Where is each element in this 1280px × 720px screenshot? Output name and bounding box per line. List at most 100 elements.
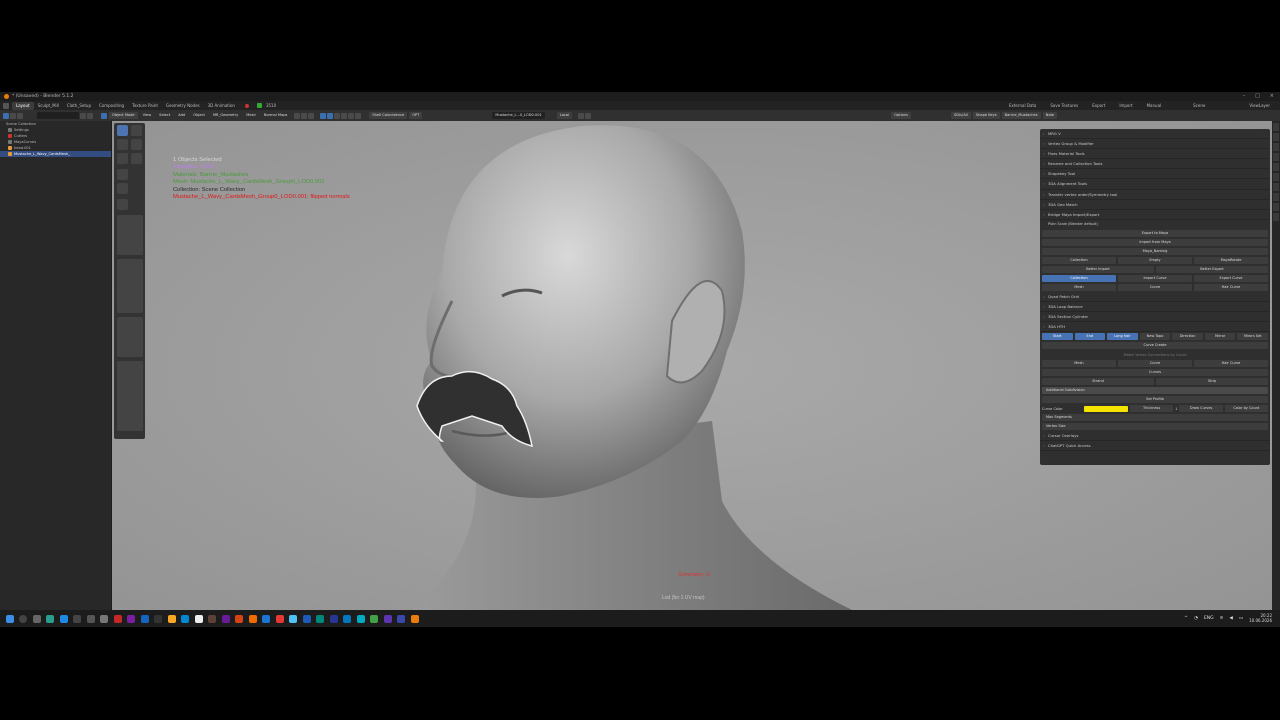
app-icon[interactable] [329,614,338,623]
app-icon[interactable] [248,614,257,623]
app-icon[interactable] [113,614,122,623]
rotate-tool-icon[interactable] [131,139,142,150]
gizmo-icon[interactable] [320,112,327,119]
options-menu[interactable]: Options [891,112,911,119]
sidebar-tab[interactable] [1273,213,1279,221]
tab-compositing[interactable]: Compositing [95,102,128,110]
sidebar-tab[interactable] [1273,173,1279,181]
tab-3d-animation[interactable]: 3D Animation [204,102,239,110]
thickness-value[interactable]: 1 [1175,407,1177,411]
import-from-maya-button[interactable]: Import from Maya [1042,238,1268,246]
scene-selector[interactable]: Scene [1189,102,1209,110]
panel-header[interactable]: Quad Patch Grid [1040,292,1270,302]
shape-keys-button[interactable]: Shape Keys [972,112,1000,119]
app-icon[interactable] [100,614,108,623]
record-icon[interactable] [244,103,249,108]
draw-curves-button[interactable]: Draw Curves [1179,405,1223,413]
object-menu[interactable]: Object [190,112,208,119]
tab-geometry-nodes[interactable]: Geometry Nodes [162,102,204,110]
task-view-icon[interactable] [32,614,41,623]
collection-toggle[interactable]: Collection [1042,274,1116,282]
import-button[interactable]: Import [1115,102,1136,110]
export-button[interactable]: Export [1088,102,1109,110]
add-object-tool-icon[interactable] [117,199,128,210]
app-icon[interactable] [383,614,392,623]
filter-icon[interactable] [17,112,23,119]
sdiv-all-button[interactable]: SDiv/All [951,112,971,119]
panel-header[interactable]: Vertex Group & Modifier [1040,139,1270,150]
blender-taskbar-icon[interactable] [410,614,419,623]
vertex-size-slider[interactable]: Vertex Size [1042,423,1268,431]
transform-orientation-selector[interactable]: Local [556,112,573,119]
mesh-button[interactable]: Mesh [1042,360,1116,368]
network-icon[interactable]: ◔ [1194,616,1198,621]
solid-shading-icon[interactable] [341,112,348,119]
viewport-editor-icon[interactable] [101,112,107,119]
hair-curve-button[interactable]: Hair Curve [1194,283,1268,291]
app-icon[interactable] [140,614,149,623]
outliner-filter-icon[interactable] [80,112,86,119]
transform-tool-icon[interactable] [131,153,142,164]
curve-color-swatch[interactable] [1084,405,1128,412]
snap-icon[interactable] [301,112,308,119]
app-icon[interactable] [356,614,365,623]
app-icon[interactable] [127,614,135,623]
panel-header[interactable]: Rename and Collection Tools [1040,159,1270,170]
additional-subdivision-slider[interactable]: Additional Subdivision [1042,387,1268,395]
new-collection-icon[interactable] [87,112,93,119]
app-icon[interactable] [275,614,284,623]
sidebar-tab[interactable] [1273,193,1279,201]
panel-header[interactable]: 3DA Alignment Tools [1040,179,1270,190]
sidebar-tab[interactable] [1273,163,1279,171]
app-icon[interactable] [316,614,324,623]
minimize-icon[interactable]: – [1243,93,1246,99]
file-explorer-icon[interactable] [167,614,176,623]
app-icon[interactable] [289,614,297,623]
end-checkbox[interactable]: End [1074,333,1106,341]
maya-rotate-button[interactable]: MayaRotate [1194,256,1268,264]
editor-type-icon[interactable] [3,102,9,109]
viewlayer-selector[interactable]: ViewLayer [1245,102,1274,110]
start-checkbox[interactable]: Start [1042,333,1073,341]
maya-naming-button[interactable]: Maya_Naming [1042,247,1268,255]
external-data-menu[interactable]: External Data [1005,102,1040,110]
3d-viewport[interactable]: 1 Objects Selected Triangles: 3,510 Mate… [112,121,1280,610]
color-by-count-button[interactable]: Color by Count [1224,405,1268,413]
xray-icon[interactable] [334,112,341,119]
addon-tool-panel[interactable] [117,259,143,313]
camera-icon[interactable] [585,112,592,119]
volume-icon[interactable]: ◀ [1229,616,1232,621]
app-icon[interactable] [59,614,68,623]
clock[interactable]: 20:22 10.06.2026 [1249,613,1272,623]
annotate-tool-icon[interactable] [117,169,128,180]
add-menu[interactable]: Add [175,112,188,119]
overlay-icon[interactable] [327,112,334,119]
note-button[interactable]: Note [1042,112,1058,119]
better-import-button[interactable]: Better Import [1042,265,1154,273]
tab-sculpt[interactable]: Sculpt_Mill [34,102,63,110]
mesh-button[interactable]: Mesh [1042,283,1116,291]
proportional-icon[interactable] [308,112,315,119]
material-shading-icon[interactable] [348,112,355,119]
panel-header[interactable]: Shapekey Tool [1040,169,1270,180]
app-icon[interactable] [397,614,405,623]
mirror-button[interactable]: Mirror [1204,333,1236,341]
mode-selector[interactable]: Object Mode [109,112,138,119]
panel-header[interactable]: 3DA Geo Match [1040,200,1270,210]
curve-create-button[interactable]: Curve Create [1042,342,1268,350]
app-icon[interactable] [370,614,378,623]
panel-header[interactable]: ChatGPT Quick Access [1040,441,1270,452]
lang-indicator[interactable]: ENG [1204,616,1214,621]
transform-pivot-icon[interactable] [294,112,301,119]
sidebar-tab[interactable] [1273,153,1279,161]
panel-header-open[interactable]: Bridge Maya Import/Export [1040,210,1270,220]
app-icon[interactable] [181,614,189,623]
app-icon[interactable] [73,614,81,623]
scale-tool-icon[interactable] [117,153,128,164]
normal-maps-menu[interactable]: Normal Maps [261,112,291,119]
save-textures-button[interactable]: Save Textures [1046,102,1082,110]
panel-header-open[interactable]: 3DA HTH [1040,322,1270,333]
app-icon[interactable] [235,614,243,623]
app-icon[interactable] [194,614,203,623]
strip-button[interactable]: Strip [1156,378,1268,386]
